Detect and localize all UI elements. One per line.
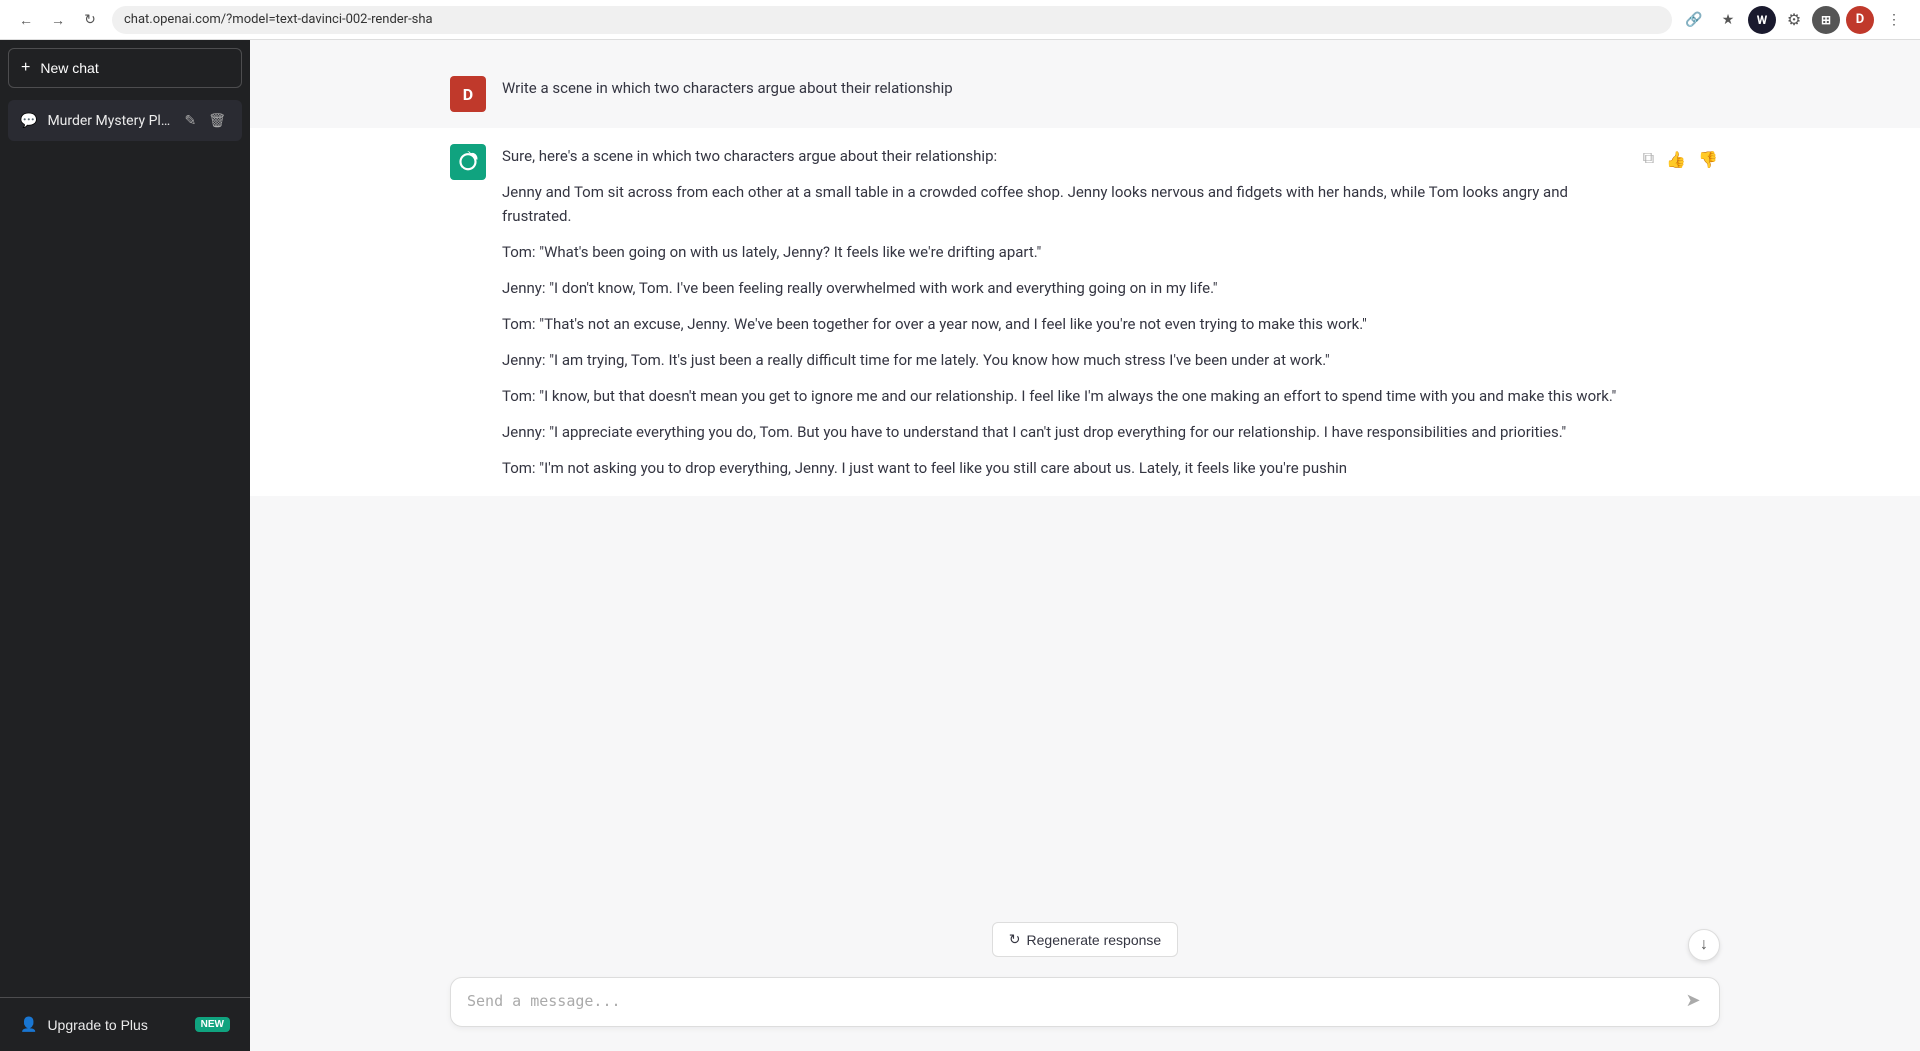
chat-item-label: Murder Mystery Plot. [47, 113, 170, 129]
sidebar-bottom: 👤 Upgrade to Plus NEW [0, 997, 250, 1051]
assistant-message: Sure, here's a scene in which two charac… [250, 128, 1920, 496]
sidebar-top: + New chat [0, 40, 250, 96]
thumbs-up-button[interactable]: 👍 [1664, 148, 1688, 172]
app: + New chat 💬 Murder Mystery Plot. ✎ 🗑 👤 … [0, 40, 1920, 1051]
bookmark-button[interactable]: ★ [1714, 6, 1742, 34]
chat-item-actions: ✎ 🗑 [180, 110, 230, 131]
message-input[interactable] [467, 990, 1671, 1014]
upgrade-label: Upgrade to Plus [47, 1017, 147, 1033]
user-message-text: Write a scene in which two characters ar… [502, 76, 1720, 100]
address-bar[interactable]: chat.openai.com/?model=text-davinci-002-… [112, 6, 1672, 34]
user-message-content: Write a scene in which two characters ar… [502, 76, 1720, 112]
sidebar: + New chat 💬 Murder Mystery Plot. ✎ 🗑 👤 … [0, 40, 250, 1051]
copy-button[interactable]: ⧉ [1641, 148, 1656, 170]
upgrade-to-plus-button[interactable]: 👤 Upgrade to Plus NEW [8, 1006, 242, 1043]
refresh-button[interactable]: ↻ [76, 6, 104, 34]
regenerate-icon: ↻ [1009, 931, 1021, 948]
gpt-avatar [450, 144, 486, 180]
new-badge: NEW [195, 1017, 230, 1032]
new-chat-button[interactable]: + New chat [8, 48, 242, 88]
main-chat-area: D Write a scene in which two characters … [250, 40, 1920, 1051]
assistant-intro: Sure, here's a scene in which two charac… [502, 144, 1625, 168]
extensions-button[interactable]: ⚙ [1782, 8, 1806, 32]
send-icon: ➤ [1685, 990, 1700, 1011]
chat-bubble-icon: 💬 [20, 113, 37, 129]
chat-messages: D Write a scene in which two characters … [250, 40, 1920, 914]
scroll-to-bottom-button[interactable]: ↓ [1688, 929, 1720, 961]
assistant-message-content: Sure, here's a scene in which two charac… [502, 144, 1625, 480]
back-button[interactable]: ← [12, 6, 40, 34]
input-area: ➤ [250, 965, 1920, 1051]
regenerate-label: Regenerate response [1027, 932, 1162, 948]
message-input-wrapper: ➤ [450, 977, 1720, 1027]
user-message: D Write a scene in which two characters … [250, 60, 1920, 128]
assistant-para-0: Jenny and Tom sit across from each other… [502, 180, 1625, 228]
user-circle-icon: 👤 [20, 1016, 37, 1033]
sidebar-chats: 💬 Murder Mystery Plot. ✎ 🗑 [0, 96, 250, 997]
assistant-para-2: Jenny: "I don't know, Tom. I've been fee… [502, 276, 1625, 300]
assistant-para-3: Tom: "That's not an excuse, Jenny. We've… [502, 312, 1625, 336]
more-options-button[interactable]: ⋮ [1880, 6, 1908, 34]
assistant-para-6: Jenny: "I appreciate everything you do, … [502, 420, 1625, 444]
extension-icon-2[interactable]: ⊞ [1812, 6, 1840, 34]
message-actions: ⧉ 👍 👎 [1641, 144, 1720, 480]
regenerate-bar: ↻ Regenerate response [250, 914, 1920, 965]
forward-button[interactable]: → [44, 6, 72, 34]
thumbs-down-button[interactable]: 👎 [1696, 148, 1720, 172]
browser-nav-buttons: ← → ↻ [12, 6, 104, 34]
assistant-para-7: Tom: "I'm not asking you to drop everyth… [502, 456, 1625, 480]
new-chat-label: New chat [40, 60, 98, 76]
extension-w-icon[interactable]: W [1748, 6, 1776, 34]
plus-icon: + [21, 59, 30, 77]
main-wrapper: D Write a scene in which two characters … [250, 40, 1920, 1051]
regenerate-button[interactable]: ↻ Regenerate response [992, 922, 1178, 957]
url-text: chat.openai.com/?model=text-davinci-002-… [124, 12, 433, 27]
chat-item-murder-mystery[interactable]: 💬 Murder Mystery Plot. ✎ 🗑 [8, 100, 242, 141]
user-avatar-browser[interactable]: D [1846, 6, 1874, 34]
assistant-para-5: Tom: "I know, but that doesn't mean you … [502, 384, 1625, 408]
browser-actions: 🔗 ★ W ⚙ ⊞ D ⋮ [1680, 6, 1908, 34]
browser-chrome: ← → ↻ chat.openai.com/?model=text-davinc… [0, 0, 1920, 40]
assistant-para-4: Jenny: "I am trying, Tom. It's just been… [502, 348, 1625, 372]
edit-chat-button[interactable]: ✎ [180, 110, 200, 131]
send-button[interactable]: ➤ [1679, 986, 1707, 1014]
assistant-para-1: Tom: "What's been going on with us latel… [502, 240, 1625, 264]
share-button[interactable]: 🔗 [1680, 6, 1708, 34]
user-avatar: D [450, 76, 486, 112]
chevron-down-icon: ↓ [1700, 936, 1708, 954]
delete-chat-button[interactable]: 🗑 [204, 110, 230, 131]
gpt-logo-icon [457, 151, 479, 173]
